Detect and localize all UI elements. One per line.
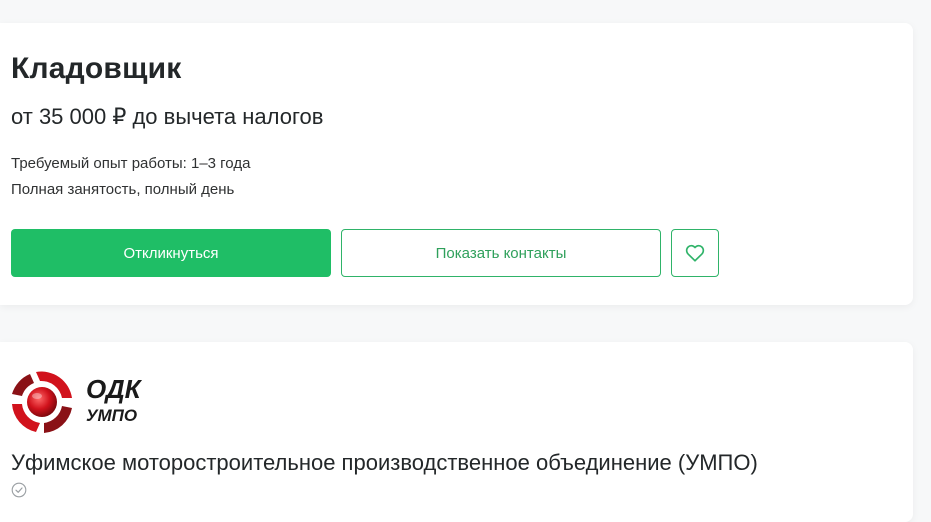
logo-text-odk: ОДК xyxy=(86,374,143,404)
respond-button-label: Откликнуться xyxy=(123,244,219,262)
experience-requirement: Требуемый опыт работы: 1–3 года xyxy=(11,155,251,172)
vacancy-salary: от 35 000 ₽ до вычета налогов xyxy=(11,104,324,129)
show-contacts-button[interactable]: Показать контакты xyxy=(341,229,661,277)
company-name-link[interactable]: Уфимское моторостроительное производстве… xyxy=(11,450,758,476)
show-contacts-button-label: Показать контакты xyxy=(435,244,567,262)
employment-type: Полная занятость, полный день xyxy=(11,181,235,198)
vacancy-title: Кладовщик xyxy=(11,52,182,85)
favorite-button[interactable] xyxy=(671,229,719,277)
company-logo[interactable]: ОДК УМПО xyxy=(10,368,160,436)
respond-button[interactable]: Откликнуться xyxy=(11,229,331,277)
heart-icon xyxy=(685,244,705,262)
check-circle-icon xyxy=(11,482,27,498)
logo-text-umpo: УМПО xyxy=(86,406,137,425)
odk-emblem-icon: ОДК УМПО xyxy=(12,371,143,433)
